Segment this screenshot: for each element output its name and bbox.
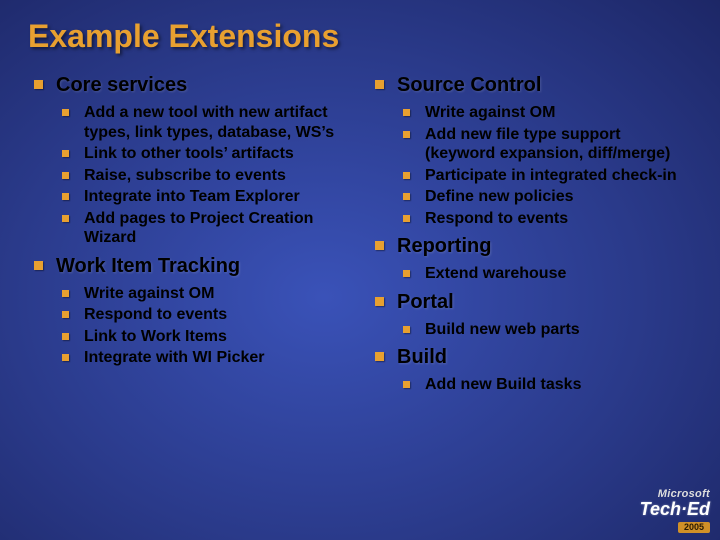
section-heading: Source Control xyxy=(397,73,692,97)
bullet-icon xyxy=(62,150,69,157)
bullet-icon xyxy=(403,131,410,138)
bullet-icon xyxy=(62,109,69,116)
bullet-icon xyxy=(34,80,43,89)
section-build: Build xyxy=(369,345,692,369)
list-item: Extend warehouse xyxy=(403,264,692,284)
list-item: Integrate with WI Picker xyxy=(62,348,351,368)
list-item: Build new web parts xyxy=(403,320,692,340)
list-item: Write against OM xyxy=(403,103,692,123)
section-heading: Work Item Tracking xyxy=(56,254,351,278)
bullet-icon xyxy=(62,333,69,340)
item-text: Add new file type support (keyword expan… xyxy=(425,126,670,163)
list-item: Respond to events xyxy=(62,305,351,325)
list-item: Add new file type support (keyword expan… xyxy=(403,125,692,164)
bullet-icon xyxy=(403,326,410,333)
section-heading: Build xyxy=(397,345,692,369)
item-text: Raise, subscribe to events xyxy=(84,167,286,184)
list-item: Write against OM xyxy=(62,284,351,304)
bullet-icon xyxy=(34,261,43,270)
logo-product: Tech·Ed xyxy=(640,500,710,518)
bullet-icon xyxy=(403,193,410,200)
sublist-portal: Build new web parts xyxy=(403,320,692,340)
list-item: Participate in integrated check-in xyxy=(403,166,692,186)
sublist-build: Add new Build tasks xyxy=(403,375,692,395)
item-text: Integrate with WI Picker xyxy=(84,349,264,366)
section-work-item-tracking: Work Item Tracking xyxy=(28,254,351,278)
bullet-icon xyxy=(403,270,410,277)
sublist-work-item-tracking: Write against OM Respond to events Link … xyxy=(62,284,351,368)
list-item: Add new Build tasks xyxy=(403,375,692,395)
item-text: Link to Work Items xyxy=(84,328,227,345)
list-item: Integrate into Team Explorer xyxy=(62,187,351,207)
section-source-control: Source Control xyxy=(369,73,692,97)
slide: Example Extensions Core services Add a n… xyxy=(0,0,720,540)
bullet-icon xyxy=(403,109,410,116)
list-item: Add pages to Project Creation Wizard xyxy=(62,209,351,248)
sublist-core-services: Add a new tool with new artifact types, … xyxy=(62,103,351,248)
list-item: Add a new tool with new artifact types, … xyxy=(62,103,351,142)
bullet-icon xyxy=(403,215,410,222)
item-text: Link to other tools’ artifacts xyxy=(84,145,294,162)
content-columns: Core services Add a new tool with new ar… xyxy=(28,73,692,401)
item-text: Define new policies xyxy=(425,188,573,205)
list-item: Define new policies xyxy=(403,187,692,207)
bullet-icon xyxy=(62,172,69,179)
bullet-icon xyxy=(62,311,69,318)
footer-logo: Microsoft Tech·Ed 2005 xyxy=(640,489,710,534)
item-text: Add pages to Project Creation Wizard xyxy=(84,210,313,247)
bullet-icon xyxy=(375,241,384,250)
logo-year: 2005 xyxy=(678,522,710,533)
bullet-icon xyxy=(403,172,410,179)
bullet-icon xyxy=(62,354,69,361)
bullet-icon xyxy=(375,352,384,361)
item-text: Write against OM xyxy=(425,104,555,121)
item-text: Participate in integrated check-in xyxy=(425,167,677,184)
bullet-icon xyxy=(62,215,69,222)
section-portal: Portal xyxy=(369,290,692,314)
section-reporting: Reporting xyxy=(369,234,692,258)
bullet-icon xyxy=(62,193,69,200)
bullet-icon xyxy=(375,80,384,89)
section-heading: Portal xyxy=(397,290,692,314)
slide-title: Example Extensions xyxy=(28,18,692,55)
list-item: Respond to events xyxy=(403,209,692,229)
bullet-icon xyxy=(403,381,410,388)
list-item: Link to other tools’ artifacts xyxy=(62,144,351,164)
bullet-icon xyxy=(62,290,69,297)
sublist-source-control: Write against OM Add new file type suppo… xyxy=(403,103,692,228)
left-column: Core services Add a new tool with new ar… xyxy=(28,73,351,401)
item-text: Add a new tool with new artifact types, … xyxy=(84,104,334,141)
section-heading: Reporting xyxy=(397,234,692,258)
list-item: Link to Work Items xyxy=(62,327,351,347)
sublist-reporting: Extend warehouse xyxy=(403,264,692,284)
item-text: Respond to events xyxy=(84,306,227,323)
item-text: Add new Build tasks xyxy=(425,376,581,393)
item-text: Respond to events xyxy=(425,210,568,227)
section-core-services: Core services xyxy=(28,73,351,97)
item-text: Integrate into Team Explorer xyxy=(84,188,300,205)
item-text: Extend warehouse xyxy=(425,265,566,282)
item-text: Build new web parts xyxy=(425,321,580,338)
section-heading: Core services xyxy=(56,73,351,97)
right-column: Source Control Write against OM Add new … xyxy=(369,73,692,401)
bullet-icon xyxy=(375,297,384,306)
list-item: Raise, subscribe to events xyxy=(62,166,351,186)
item-text: Write against OM xyxy=(84,285,214,302)
